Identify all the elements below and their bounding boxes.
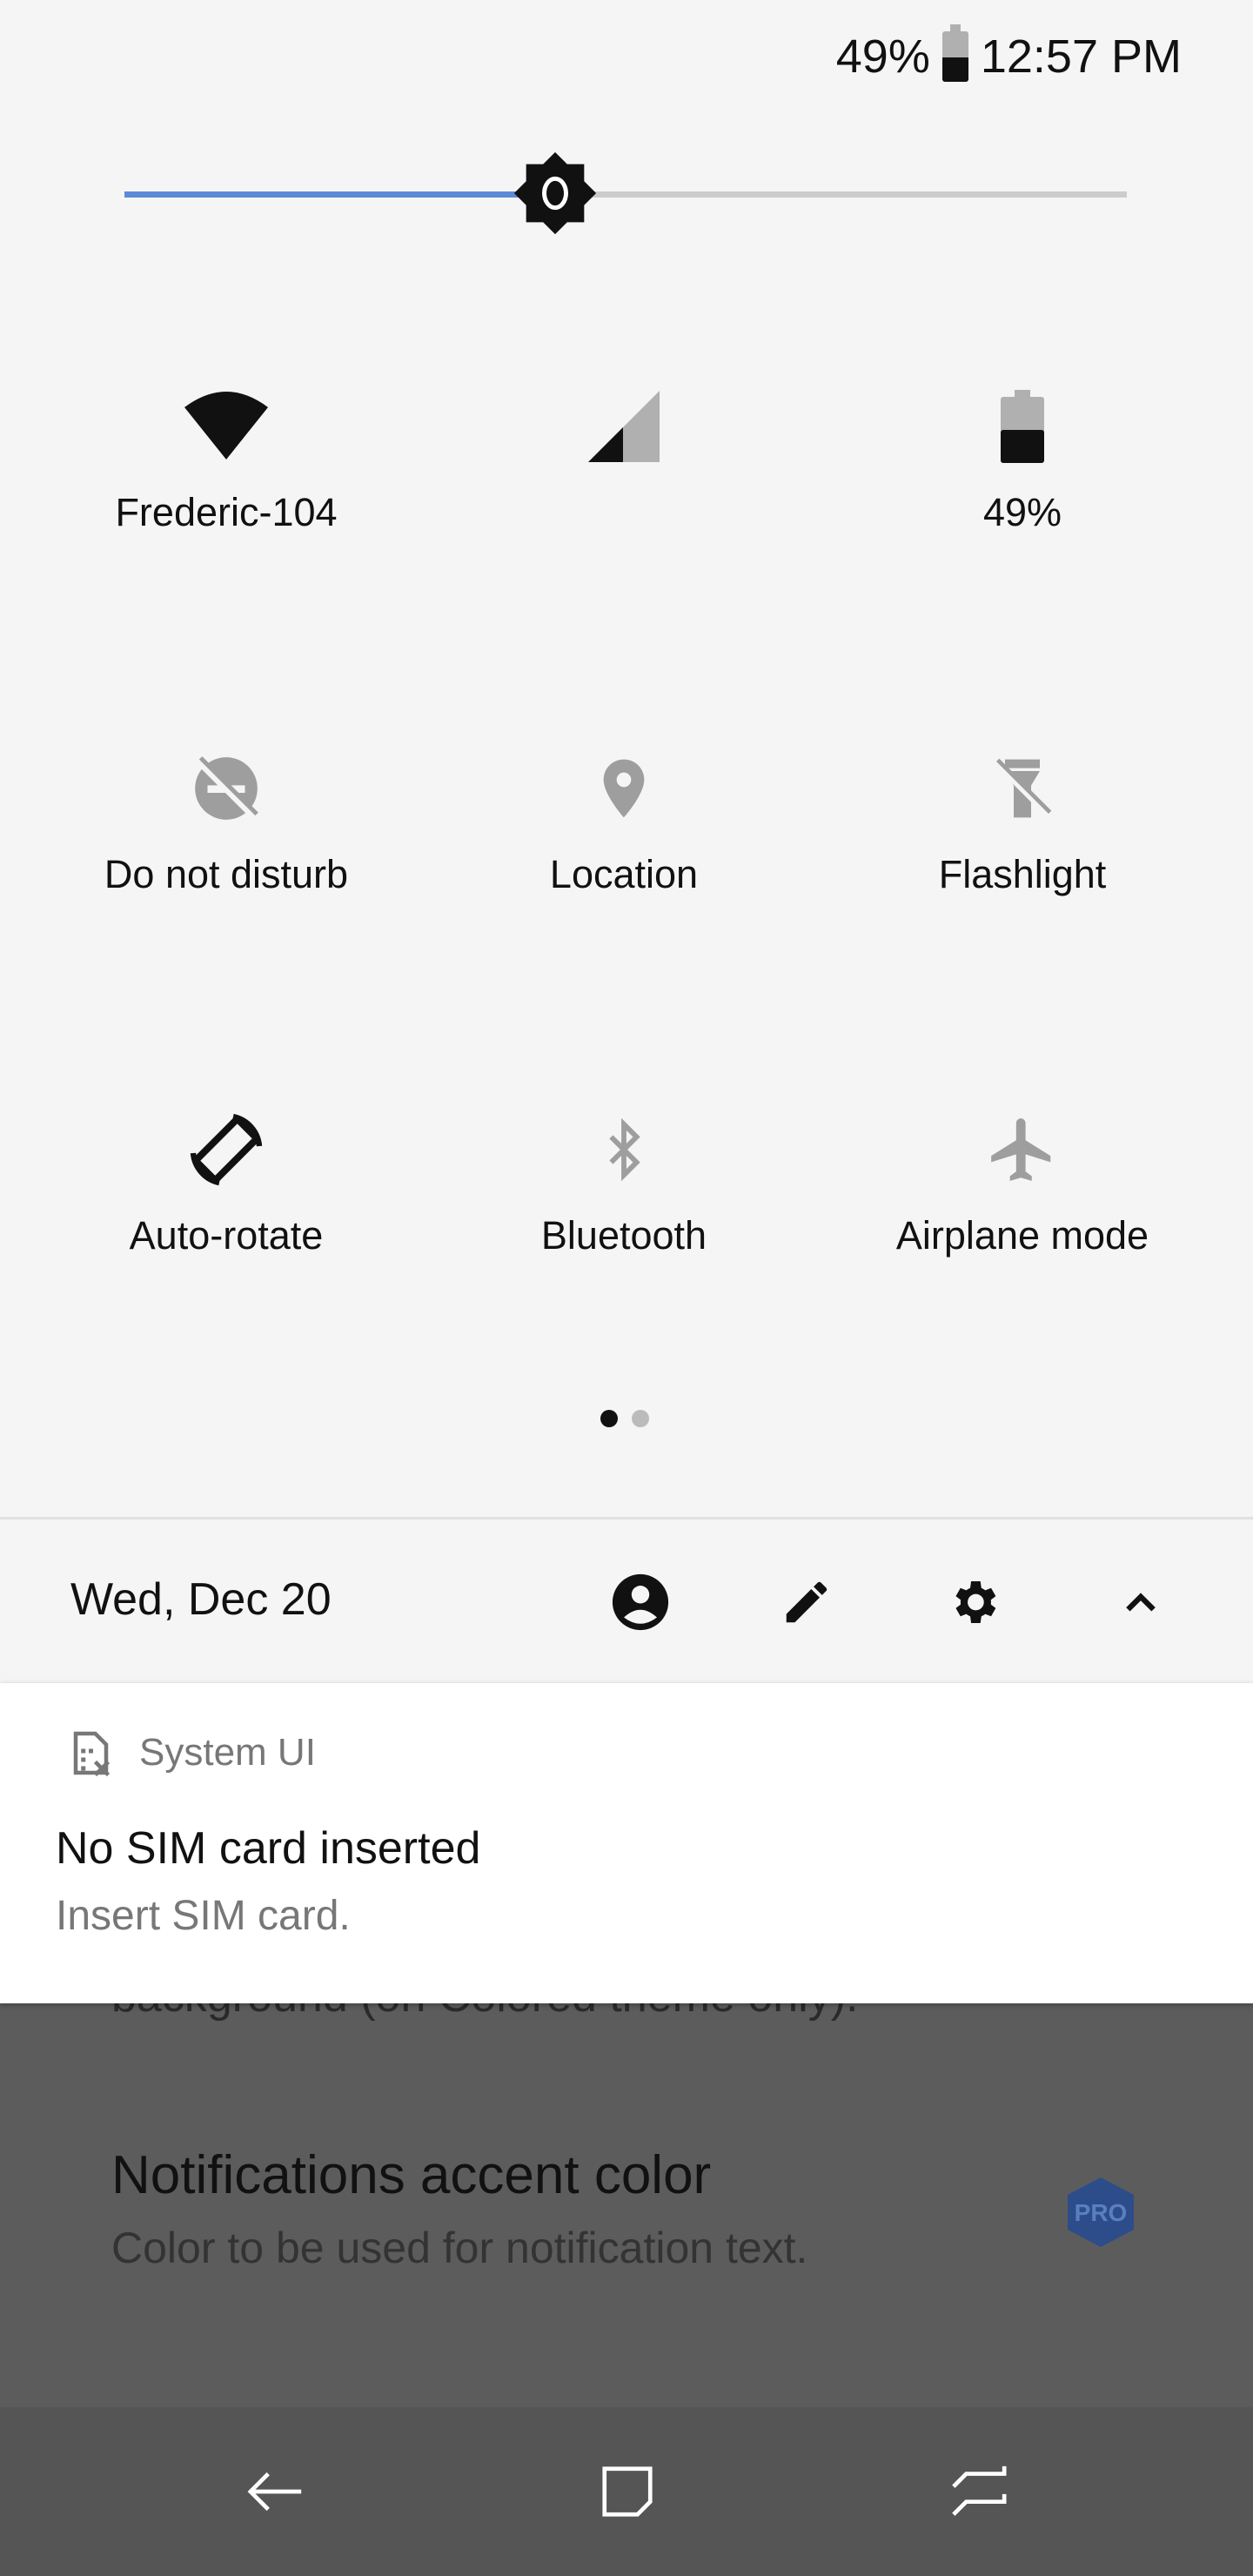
tile-label: Airplane mode <box>895 1213 1149 1258</box>
tile-label: 49% <box>982 490 1062 534</box>
back-icon <box>247 2472 302 2512</box>
notification-card[interactable]: System UI No SIM card inserted Insert SI… <box>0 1683 1253 2003</box>
tile-label: Flashlight <box>938 852 1107 896</box>
airplane-icon <box>991 1118 1051 1181</box>
tile-label: Frederic-104 <box>115 490 338 534</box>
tile-airplane-mode[interactable]: Airplane mode <box>831 1102 1214 1262</box>
tile-location[interactable]: Location <box>432 741 815 901</box>
tile-bluetooth[interactable]: Bluetooth <box>432 1102 815 1262</box>
page-indicator <box>600 1410 649 1427</box>
edit-icon <box>786 1581 828 1623</box>
pro-badge: PRO <box>1068 2177 1134 2247</box>
tile-do-not-disturb[interactable]: Do not disturb <box>35 741 418 901</box>
settings-icon <box>955 1581 996 1623</box>
status-bar: 49% 12:57 PM <box>835 24 1182 87</box>
home-button[interactable] <box>584 2448 671 2535</box>
tile-auto-rotate[interactable]: Auto-rotate <box>35 1102 418 1262</box>
back-button[interactable] <box>232 2448 319 2535</box>
setting-subtitle: Color to be used for notification text. <box>111 2224 808 2272</box>
tile-label: Bluetooth <box>540 1213 707 1258</box>
tile-label: Do not disturb <box>104 852 349 896</box>
brightness-icon[interactable] <box>512 150 599 237</box>
no-sim-icon <box>73 1731 111 1777</box>
status-battery-percent: 49% <box>835 30 930 83</box>
tile-flashlight[interactable]: Flashlight <box>831 741 1214 901</box>
home-icon <box>602 2466 653 2517</box>
notification-app-name: System UI <box>139 1731 316 1774</box>
svg-text:PRO: PRO <box>1075 2199 1128 2226</box>
notification-title: No SIM card inserted <box>56 1823 481 1874</box>
wifi-icon <box>184 392 268 460</box>
brightness-slider[interactable] <box>124 151 1127 235</box>
notification-text: Insert SIM card. <box>56 1893 351 1939</box>
user-icon <box>612 1573 669 1631</box>
bluetooth-icon <box>609 1117 640 1182</box>
page-dot-1[interactable] <box>600 1410 618 1427</box>
settings-button[interactable] <box>935 1563 1013 1641</box>
status-time: 12:57 PM <box>980 30 1182 83</box>
setting-title: Notifications accent color <box>111 2145 712 2205</box>
chevron-up-icon <box>1126 1593 1156 1612</box>
collapse-button[interactable] <box>1102 1563 1180 1641</box>
cell-signal-icon <box>588 391 660 462</box>
tile-label <box>432 490 815 539</box>
date-bar: Wed, Dec 20 <box>0 1519 1253 1683</box>
battery-icon <box>1001 390 1044 463</box>
navigation-bar <box>0 2407 1253 2576</box>
recents-button[interactable] <box>935 2448 1022 2535</box>
location-icon <box>603 759 645 818</box>
auto-rotate-icon <box>190 1113 263 1186</box>
tile-wifi[interactable]: Frederic-104 <box>35 379 418 539</box>
tile-label: Location <box>549 852 699 896</box>
edit-button[interactable] <box>767 1563 846 1641</box>
battery-icon <box>941 24 968 82</box>
tile-label: Auto-rotate <box>129 1213 324 1258</box>
do-not-disturb-icon <box>195 756 258 820</box>
tile-cellular[interactable] <box>432 379 815 539</box>
user-button[interactable] <box>601 1563 680 1641</box>
recents-icon <box>952 2465 1007 2516</box>
flashlight-off-icon <box>994 758 1052 818</box>
slider-fill <box>124 191 556 198</box>
date-label: Wed, Dec 20 <box>70 1574 332 1625</box>
page-dot-2[interactable] <box>632 1410 649 1427</box>
tile-battery[interactable]: 49% <box>831 379 1214 539</box>
